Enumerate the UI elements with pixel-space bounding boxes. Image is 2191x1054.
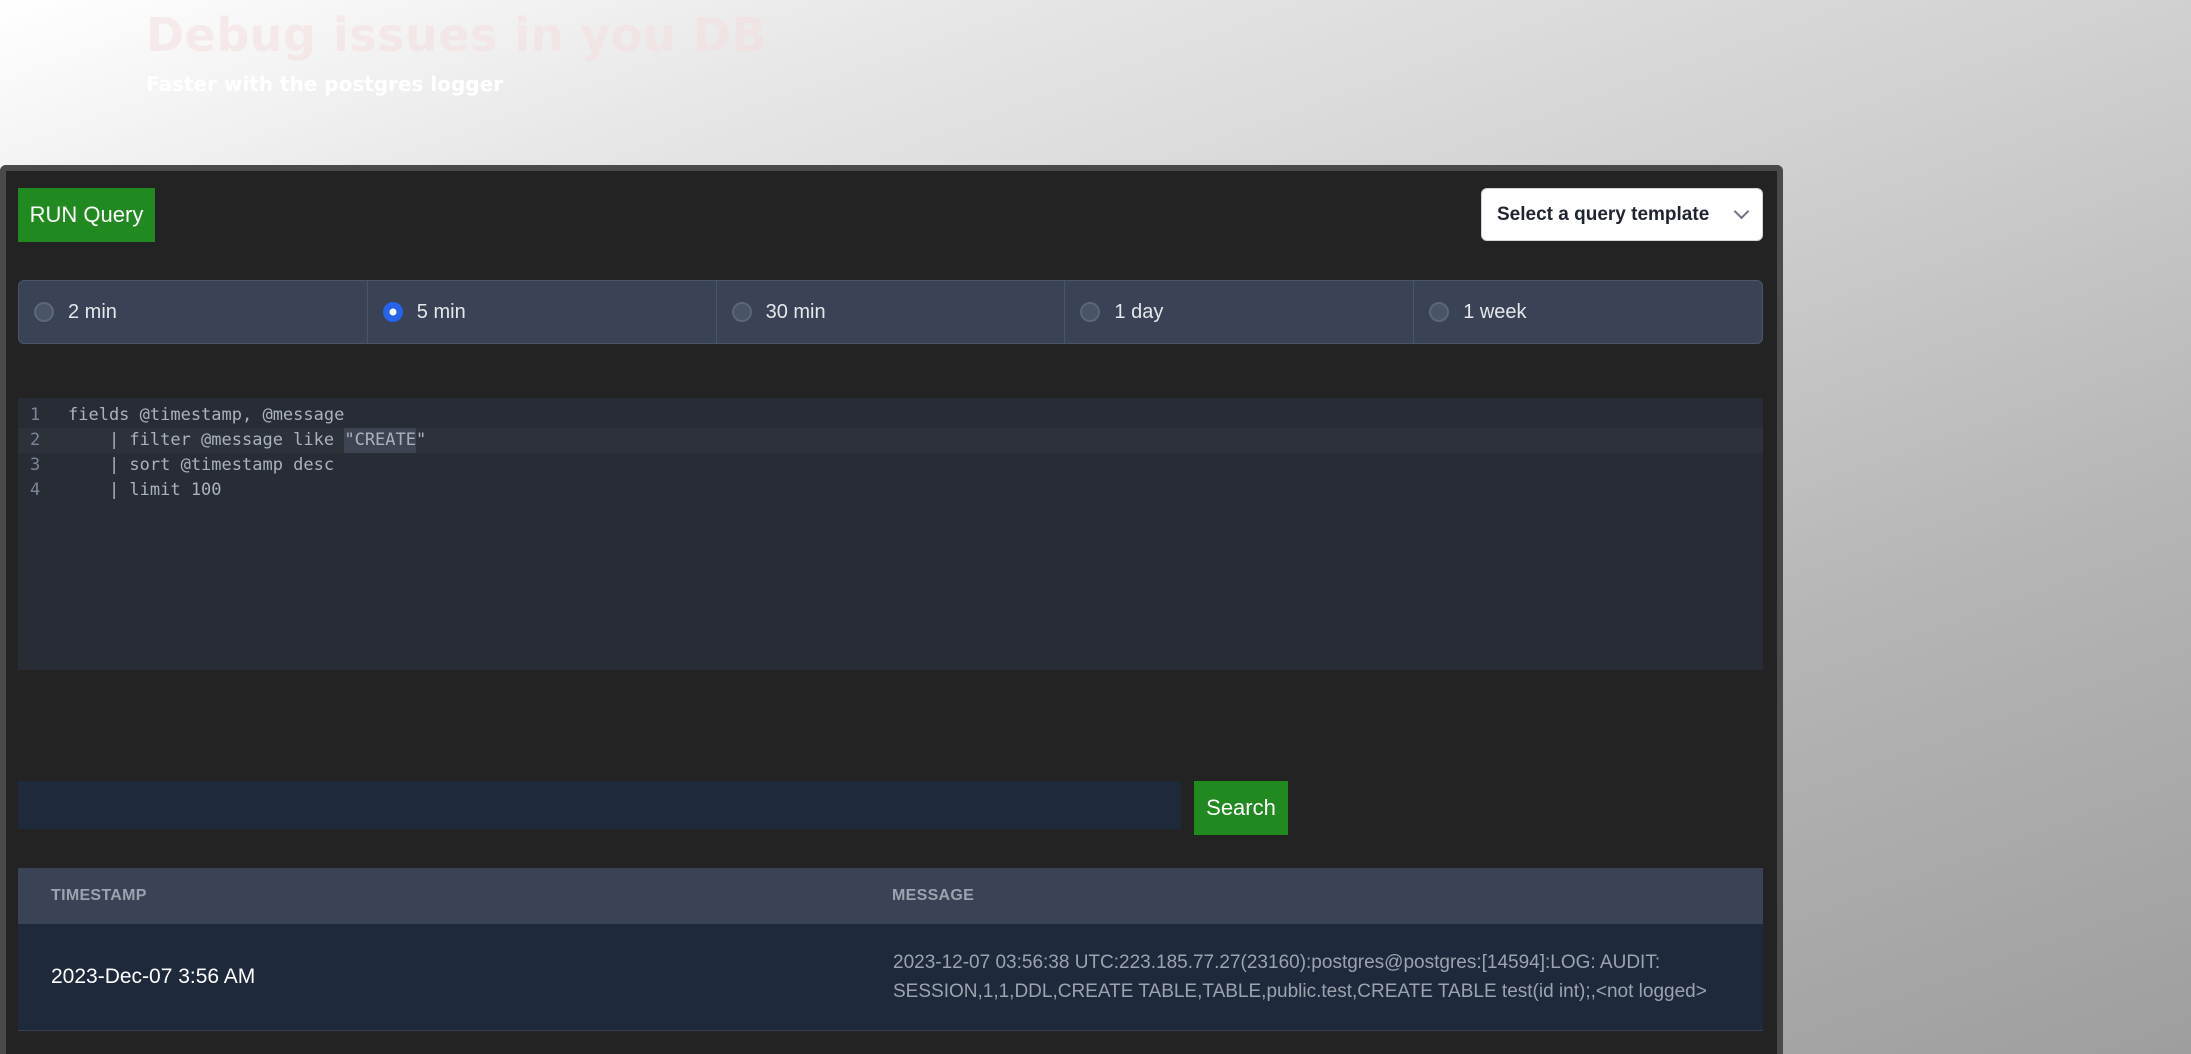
code-line-active: 2 | filter @message like "CREATE "	[18, 428, 1763, 453]
time-range-group: 2 min 5 min 30 min 1 day 1 week	[18, 280, 1763, 344]
line-number: 1	[30, 405, 41, 425]
radio-button[interactable]	[731, 302, 752, 322]
time-range-option-5min[interactable]: 5 min	[368, 281, 717, 343]
search-input[interactable]	[18, 781, 1181, 829]
message-cell: 2023-12-07 03:56:38 UTC:223.185.77.27(23…	[892, 924, 1763, 1031]
column-header-message[interactable]: MESSAGE	[892, 868, 1763, 924]
radio-button[interactable]	[34, 302, 54, 322]
radio-button-selected[interactable]	[382, 302, 403, 322]
table-header-row: TIMESTAMP MESSAGE	[18, 868, 1763, 924]
line-number: 2	[30, 430, 41, 450]
query-template-label: Select a query template	[1497, 203, 1710, 225]
hero: Debug issues in you DB Faster with the p…	[146, 8, 767, 96]
code-selection-highlight: "CREATE	[344, 428, 416, 453]
results-table: TIMESTAMP MESSAGE 2023-Dec-07 3:56 AM 20…	[18, 868, 1763, 1031]
query-panel: RUN Query Select a query template 2 min …	[0, 165, 1783, 1054]
radio-button[interactable]	[1080, 302, 1101, 322]
code-line: 4 | limit 100	[18, 478, 1763, 503]
query-template-select[interactable]: Select a query template	[1481, 188, 1763, 241]
time-range-option-30min[interactable]: 30 min	[717, 281, 1066, 343]
code-text: "	[416, 430, 427, 450]
run-query-button[interactable]: RUN Query	[18, 188, 155, 242]
time-range-label: 1 day	[1114, 300, 1164, 323]
query-editor[interactable]: 1 fields @timestamp, @message 2 | filter…	[18, 398, 1763, 670]
code-text: | filter @message like	[68, 430, 345, 450]
line-number: 3	[30, 455, 41, 475]
code-text: | sort @timestamp desc	[68, 455, 335, 475]
radio-button[interactable]	[1429, 302, 1450, 322]
timestamp-cell: 2023-Dec-07 3:56 AM	[18, 924, 892, 1031]
column-header-timestamp[interactable]: TIMESTAMP	[18, 868, 892, 924]
code-text: fields @timestamp, @message	[68, 405, 345, 425]
code-text: | limit 100	[68, 480, 222, 500]
hero-title: Debug issues in you DB	[146, 8, 767, 62]
time-range-label: 5 min	[416, 300, 466, 323]
hero-subtitle: Faster with the postgres logger	[146, 72, 504, 96]
code-line: 3 | sort @timestamp desc	[18, 453, 1763, 478]
chevron-down-icon	[1733, 203, 1750, 220]
table-row[interactable]: 2023-Dec-07 3:56 AM 2023-12-07 03:56:38 …	[18, 924, 1763, 1031]
line-number: 4	[30, 480, 41, 500]
time-range-option-1week[interactable]: 1 week	[1414, 281, 1762, 343]
time-range-option-1day[interactable]: 1 day	[1065, 281, 1415, 343]
time-range-label: 2 min	[68, 300, 117, 323]
time-range-option-2min[interactable]: 2 min	[19, 281, 368, 343]
search-button[interactable]: Search	[1194, 781, 1288, 835]
code-line: 1 fields @timestamp, @message	[18, 403, 1763, 428]
time-range-label: 30 min	[765, 300, 826, 323]
time-range-label: 1 week	[1463, 300, 1527, 323]
